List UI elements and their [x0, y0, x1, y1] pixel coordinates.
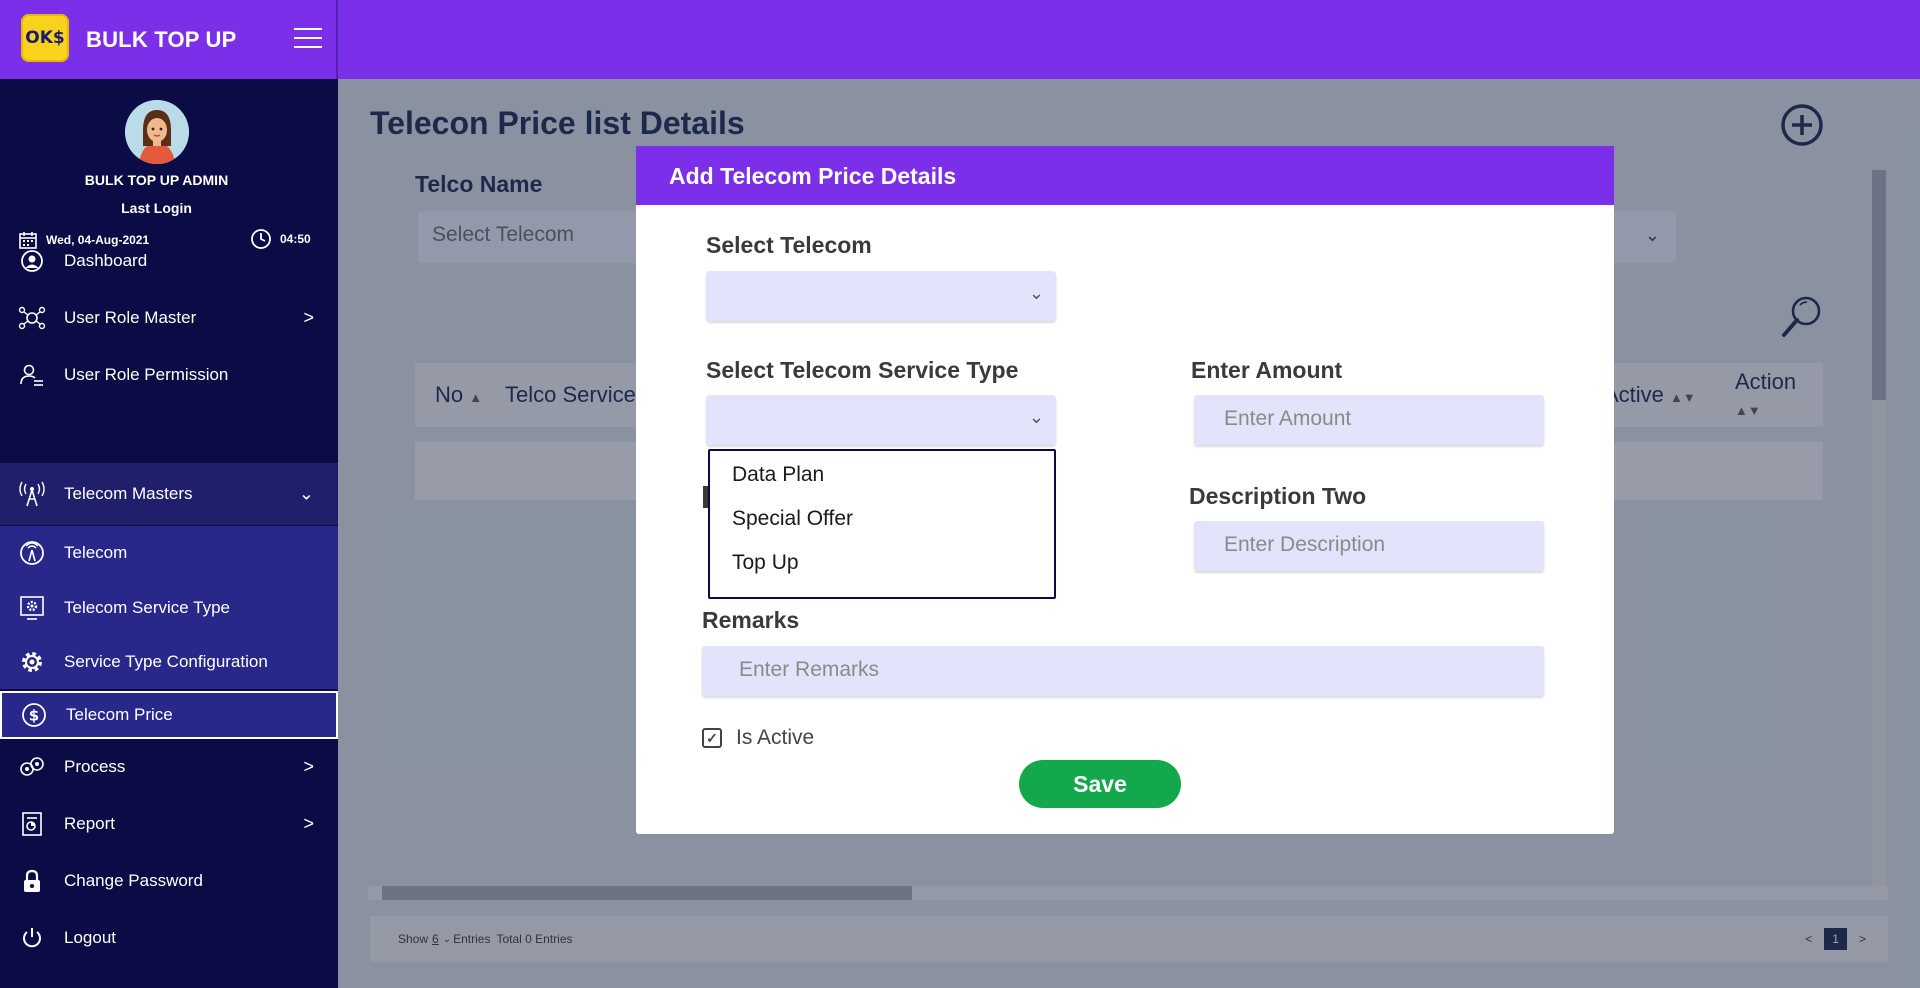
option-top-up[interactable]: Top Up: [710, 539, 1054, 583]
amount-label: Enter Amount: [1191, 357, 1343, 383]
sidebar-item-label: Telecom Price: [66, 705, 173, 724]
chevron-right-icon: >: [303, 813, 314, 834]
admin-name: BULK TOP UP ADMIN: [84, 172, 229, 188]
sidebar-item-label: Telecom Service Type: [64, 597, 230, 617]
add-price-modal: Add Telecom Price Details Select Telecom…: [636, 146, 1614, 834]
sidebar-item-logout[interactable]: Logout: [0, 910, 338, 966]
lock-icon: [18, 867, 46, 895]
sidebar-item-report[interactable]: Report >: [0, 796, 338, 852]
service-type-label: Select Telecom Service Type: [706, 357, 1019, 383]
description-two-input[interactable]: Enter Description: [1194, 521, 1544, 571]
service-type-dropdown[interactable]: ⌄: [706, 395, 1056, 445]
report-icon: [18, 810, 46, 838]
service-type-options: Data Plan Special Offer Top Up: [708, 449, 1056, 599]
save-button[interactable]: Save: [1019, 760, 1181, 808]
sidebar-item-label: Telecom Masters: [64, 484, 193, 503]
power-icon: [18, 924, 46, 952]
sidebar-item-telecom-masters[interactable]: Telecom Masters ⌄: [0, 463, 338, 525]
sidebar-item-label: Report: [64, 814, 116, 833]
avatar: [125, 100, 189, 164]
user-circle-icon: [18, 247, 46, 275]
chevron-down-icon: ⌄: [1028, 283, 1044, 303]
sidebar-item-change-password[interactable]: Change Password: [0, 853, 338, 909]
sidebar-item-label: Process: [64, 757, 126, 776]
amount-input[interactable]: Enter Amount: [1194, 395, 1544, 445]
svg-text:$: $: [29, 707, 39, 725]
sidebar-item-label: Change Password: [64, 871, 203, 890]
sidebar-item-label: User Role Permission: [64, 365, 229, 384]
user-list-icon: [18, 361, 46, 389]
sidebar: BULK TOP UP ADMIN Last Login Wed, 04-Aug…: [0, 79, 338, 988]
remarks-input[interactable]: Enter Remarks: [702, 646, 1544, 696]
brand-header: OK$ BULK TOP UP: [0, 0, 338, 79]
sidebar-item-label: User Role Master: [64, 308, 197, 327]
sidebar-item-telecom[interactable]: Telecom: [0, 526, 338, 580]
sidebar-item-label: Telecom: [64, 543, 128, 562]
sidebar-item-service-type-configuration[interactable]: Service Type Configuration: [0, 635, 338, 689]
is-active-row[interactable]: ✓ Is Active: [702, 726, 814, 750]
sidebar-item-user-role-permission[interactable]: User Role Permission: [0, 347, 338, 403]
menu-toggle-icon[interactable]: [294, 28, 322, 50]
sidebar-item-telecom-price[interactable]: $ Telecom Price: [0, 691, 338, 739]
chevron-down-icon: ⌄: [1028, 407, 1044, 427]
sidebar-item-user-role-master[interactable]: User Role Master >: [0, 290, 338, 346]
option-special-offer[interactable]: Special Offer: [710, 495, 1054, 539]
gear-screen-icon: [18, 594, 46, 622]
antenna-icon: [18, 480, 46, 508]
chevron-right-icon: >: [303, 307, 314, 328]
brand-title: BULK TOP UP: [86, 27, 237, 52]
select-telecom-label: Select Telecom: [706, 232, 872, 258]
gear-icon: [18, 648, 46, 676]
is-active-checkbox[interactable]: ✓: [702, 728, 722, 748]
network-user-icon: [18, 304, 46, 332]
option-data-plan[interactable]: Data Plan: [710, 451, 1054, 495]
process-icon: [18, 753, 46, 781]
remarks-label: Remarks: [702, 607, 800, 633]
brand-logo: OK$: [21, 14, 69, 62]
modal-title: Add Telecom Price Details: [636, 146, 1614, 205]
last-login-label: Last Login: [121, 200, 192, 216]
sidebar-item-label: Logout: [64, 928, 116, 947]
chevron-right-icon: >: [303, 756, 314, 777]
description-two-label: Description Two: [1189, 483, 1367, 509]
chevron-down-icon: ⌄: [298, 483, 314, 504]
sidebar-item-process[interactable]: Process >: [0, 739, 338, 795]
signal-circle-icon: [18, 539, 46, 567]
sidebar-item-telecom-service-type[interactable]: Telecom Service Type: [0, 580, 338, 635]
sidebar-item-label: Dashboard: [64, 251, 148, 270]
sidebar-item-label: Service Type Configuration: [64, 652, 268, 671]
select-telecom-dropdown[interactable]: ⌄: [706, 271, 1056, 321]
dollar-circle-icon: $: [20, 701, 48, 729]
is-active-label: Is Active: [736, 726, 815, 749]
sidebar-item-dashboard[interactable]: Dashboard: [0, 233, 338, 289]
